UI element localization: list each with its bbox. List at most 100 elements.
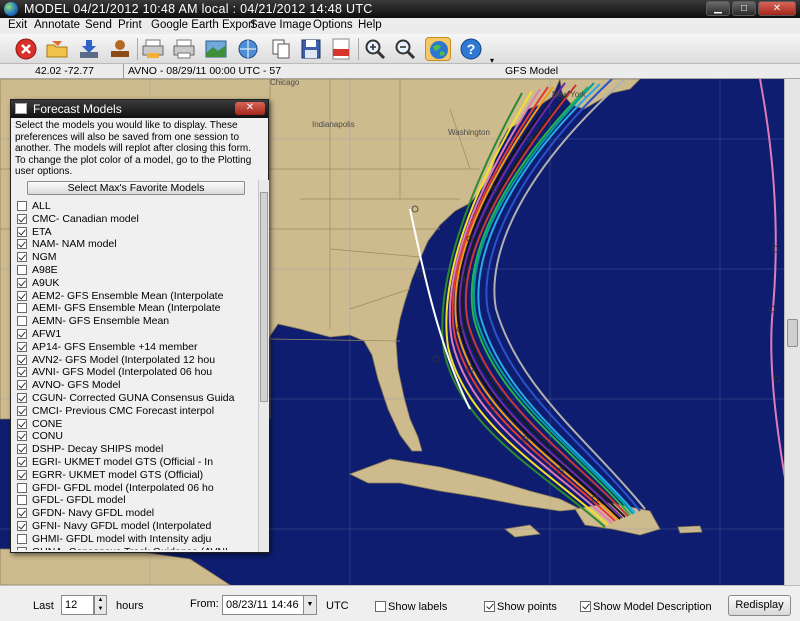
model-checkbox[interactable] <box>17 226 27 237</box>
pdf-icon[interactable] <box>328 37 354 61</box>
map-scroll-thumb[interactable] <box>787 319 798 347</box>
menu-google-earth-export[interactable]: Google Earth Export <box>151 19 255 31</box>
model-label: GFDN- Navy GFDL model <box>32 507 155 520</box>
from-label: From: <box>190 598 219 610</box>
model-checkbox[interactable] <box>17 482 27 493</box>
model-checkbox[interactable] <box>17 252 27 263</box>
model-checkbox[interactable] <box>17 201 27 211</box>
menu-exit[interactable]: Exit <box>8 19 27 31</box>
svg-text:?: ? <box>467 41 476 57</box>
model-checkbox[interactable] <box>17 367 27 378</box>
model-info-readout: AVNO - 08/29/11 00:00 UTC - 57 h <box>128 65 282 77</box>
place-label-chicago: Chicago <box>270 79 300 87</box>
map-image-icon[interactable] <box>203 37 229 61</box>
last-label: Last <box>33 600 54 612</box>
save-icon[interactable] <box>298 37 324 61</box>
model-label: A98E <box>32 264 58 276</box>
help-icon[interactable]: ? <box>458 37 484 61</box>
dialog-close-button[interactable]: ✕ <box>235 102 265 115</box>
model-label: AFW1 <box>32 328 62 340</box>
exit-icon[interactable] <box>13 37 39 61</box>
model-checkbox[interactable] <box>17 393 27 403</box>
model-label: NGM <box>32 251 57 264</box>
model-checkbox[interactable] <box>17 508 27 519</box>
model-checkbox[interactable] <box>17 380 27 391</box>
model-label: GUNA- Consensus Track Guidance (AVNI <box>32 546 228 550</box>
model-checkbox[interactable] <box>17 239 27 250</box>
model-checkbox[interactable] <box>17 444 27 455</box>
model-label: AP14- GFS Ensemble +14 member <box>32 340 198 353</box>
model-label: GFDI- GFDL model (Interpolated 06 ho <box>32 481 214 494</box>
close-button[interactable]: ✕ <box>758 1 796 16</box>
menu-print[interactable]: Print <box>118 19 142 31</box>
zoom-out-icon[interactable] <box>392 37 418 61</box>
menu-bar: Exit Annotate Send Print Google Earth Ex… <box>0 18 800 34</box>
date-dropdown-icon[interactable]: ▼ <box>303 595 317 615</box>
maximize-button[interactable]: □ <box>732 1 756 16</box>
model-label: CMCI- Previous CMC Forecast interpol <box>32 404 215 417</box>
jamaica-island <box>504 524 541 538</box>
download-icon[interactable] <box>76 37 102 61</box>
redisplay-button[interactable]: Redisplay <box>728 595 791 616</box>
show-labels-checkbox[interactable] <box>375 601 386 612</box>
forecast-models-dialog: Forecast Models ✕ Select the models you … <box>10 99 269 553</box>
model-checkbox[interactable] <box>17 265 27 275</box>
from-date-input[interactable] <box>222 595 304 615</box>
menu-send[interactable]: Send <box>85 19 112 31</box>
menu-save-image[interactable]: Save Image <box>250 19 311 31</box>
model-checkbox[interactable] <box>17 495 27 506</box>
last-hours-input[interactable] <box>61 595 94 615</box>
zoom-in-icon[interactable] <box>362 37 388 61</box>
globe-image-icon[interactable] <box>235 37 261 61</box>
mexico-landmass <box>0 548 231 585</box>
menu-help[interactable]: Help <box>358 19 382 31</box>
model-label: AEM2- GFS Ensemble Mean (Interpolate <box>32 289 224 302</box>
show-labels-label: Show labels <box>388 601 448 613</box>
model-label: CONE <box>32 417 63 430</box>
model-checkbox[interactable] <box>17 341 27 352</box>
model-checkbox[interactable] <box>17 457 27 467</box>
printer-settings-icon[interactable] <box>140 37 166 61</box>
model-label: A9UK <box>32 276 60 289</box>
stamp-icon[interactable] <box>107 37 133 61</box>
select-favorites-button[interactable]: Select Max's Favorite Models <box>27 181 245 195</box>
dialog-description: Select the models you would like to disp… <box>15 120 252 177</box>
minimize-button[interactable]: ▁ <box>706 1 730 16</box>
model-checkbox[interactable] <box>17 533 27 544</box>
model-checkbox[interactable] <box>17 213 27 224</box>
place-label-washington: Washington <box>448 128 490 137</box>
model-checkbox[interactable] <box>17 431 27 442</box>
open-folder-icon[interactable] <box>44 37 70 61</box>
model-checkbox[interactable] <box>17 521 27 531</box>
model-checkbox[interactable] <box>17 469 27 480</box>
menu-options[interactable]: Options <box>313 19 353 31</box>
model-checkbox[interactable] <box>17 405 27 416</box>
copy-icon[interactable] <box>268 37 294 61</box>
model-label: AEMI- GFS Ensemble Mean (Interpolate <box>32 302 221 315</box>
model-checkbox[interactable] <box>17 354 27 365</box>
model-checkbox[interactable] <box>17 316 27 327</box>
model-checkbox[interactable] <box>17 546 27 550</box>
model-checkbox[interactable] <box>17 290 27 301</box>
model-checkbox[interactable] <box>17 329 27 339</box>
hours-spinner-icon[interactable]: ▲ ▼ <box>94 595 107 615</box>
model-checkbox[interactable] <box>17 277 27 288</box>
title-bar: MODEL 04/21/2012 10:48 AM local : 04/21/… <box>0 0 800 18</box>
dialog-title-bar: Forecast Models ✕ <box>11 100 268 118</box>
model-label: GHMI- GFDL model with Intensity adju <box>32 532 212 545</box>
menu-annotate[interactable]: Annotate <box>34 19 80 31</box>
app-globe-icon <box>4 2 18 16</box>
model-label: AVNI- GFS Model (Interpolated 06 hou <box>32 366 213 379</box>
model-checkbox[interactable] <box>17 303 27 314</box>
google-earth-icon[interactable] <box>425 37 451 61</box>
model-label: ALL <box>32 200 51 212</box>
model-label: CGUN- Corrected GUNA Consensus Guida <box>32 392 235 404</box>
model-list-scrollbar[interactable] <box>258 180 269 552</box>
map-vertical-scrollbar[interactable] <box>784 79 800 585</box>
model-list-scroll-thumb[interactable] <box>260 192 268 402</box>
model-checkbox[interactable] <box>17 418 27 429</box>
printer-icon[interactable] <box>171 37 197 61</box>
model-label: ETA <box>32 225 52 238</box>
show-model-description-checkbox[interactable] <box>580 601 591 612</box>
show-points-checkbox[interactable] <box>484 601 495 612</box>
